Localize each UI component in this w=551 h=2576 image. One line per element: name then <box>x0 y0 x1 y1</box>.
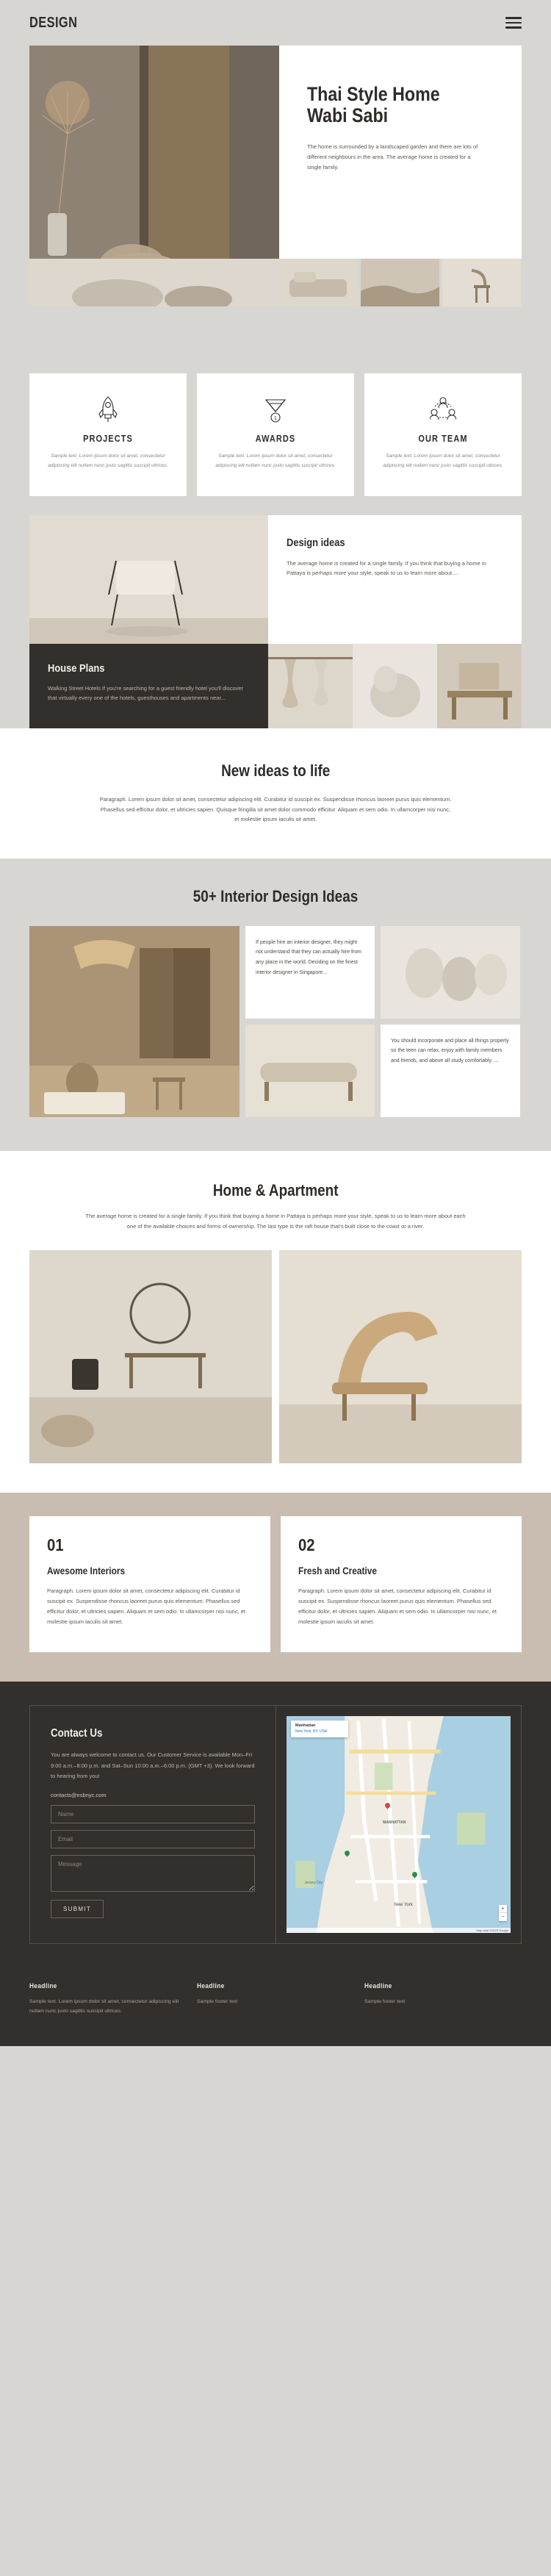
map-area: Manhattan New York, NY, USA MANHATTAN Ne… <box>276 1705 521 1944</box>
footer-text: Sample text. Lorem ipsum dolor sit amet,… <box>29 1999 179 2014</box>
feature-card-projects[interactable]: PROJECTS Sample text. Lorem ipsum dolor … <box>29 373 187 496</box>
house-plans-card: House Plans Walking Street Hotels If you… <box>29 643 268 728</box>
name-input[interactable] <box>51 1805 255 1824</box>
footer-headline: Headline <box>197 1982 225 1991</box>
feature-title: PROJECTS <box>83 434 133 444</box>
footer-column-1: Headline Sample text. Lorem ipsum dolor … <box>29 1982 187 2017</box>
design-ideas-title: Design ideas <box>287 536 345 549</box>
hero-card: Thai Style Home Wabi Sabi The home is su… <box>279 46 522 259</box>
card-text: Paragraph. Lorem ipsum dolor sit amet, c… <box>47 1587 245 1625</box>
map-label-city: New York <box>394 1902 413 1907</box>
new-ideas-paragraph: Paragraph. Lorem ipsum dolor sit amet, c… <box>99 795 452 823</box>
interior-image-main[interactable] <box>29 925 240 1117</box>
interior-image-lounge[interactable] <box>245 1024 375 1117</box>
house-plans-paragraph: Walking Street Hotels If you're searchin… <box>48 684 244 702</box>
map-card-title: Manhattan <box>295 1723 316 1728</box>
card-title: Awesome Interiors <box>47 1565 126 1577</box>
hero-thumb-2[interactable] <box>361 259 439 306</box>
new-ideas-section: New ideas to life Paragraph. Lorem ipsum… <box>0 728 551 859</box>
design-ideas-card: Design ideas The average home is created… <box>268 514 522 644</box>
footer-text: Sample footer text <box>364 1999 406 2005</box>
interior-text-box-1: If people hire an interior designer, the… <box>245 925 375 1019</box>
medal-icon: 1 <box>212 394 339 425</box>
footer-headline: Headline <box>364 1982 392 1991</box>
design-ideas-strip <box>268 643 522 728</box>
home-apartment-title: Home & Apartment <box>212 1180 339 1199</box>
contact-form-area: Contact Us You are always welcome to con… <box>30 1706 276 1943</box>
interior-image-sculpture[interactable] <box>381 925 520 1019</box>
map-zoom-in[interactable]: + <box>499 1905 507 1914</box>
feature-title: AWARDS <box>255 434 296 444</box>
submit-button[interactable]: SUBMIT <box>51 1900 104 1919</box>
team-icon <box>379 394 507 425</box>
hero-thumb-3[interactable] <box>442 259 521 306</box>
features-section: PROJECTS Sample text. Lorem ipsum dolor … <box>0 354 551 515</box>
new-ideas-title: New ideas to life <box>220 761 331 780</box>
site-logo[interactable]: DESIGN <box>29 15 77 32</box>
strip-image-hooks[interactable] <box>268 643 353 728</box>
hero-title-line1: Thai Style Home <box>307 83 440 105</box>
contact-paragraph: You are always welcome to contact us. Ou… <box>51 1751 255 1779</box>
hero-thumbnails <box>279 259 521 306</box>
interior-ideas-section: 50+ Interior Design Ideas If people hire… <box>0 858 551 1151</box>
hero-strip-image <box>29 259 279 306</box>
card-title: Fresh and Creative <box>298 1565 377 1577</box>
contact-box: Contact Us You are always welcome to con… <box>29 1704 522 1945</box>
numbered-card-02[interactable]: 02 Fresh and Creative Paragraph. Lorem i… <box>281 1516 522 1652</box>
feature-card-awards[interactable]: 1 AWARDS Sample text. Lorem ipsum dolor … <box>197 373 354 496</box>
strip-image-bench[interactable] <box>437 643 522 728</box>
design-ideas-image <box>29 514 268 644</box>
hero-title-line2: Wabi Sabi <box>307 104 389 126</box>
hero-section: Thai Style Home Wabi Sabi The home is su… <box>0 46 551 354</box>
interior-ideas-title: 50+ Interior Design Ideas <box>192 887 359 906</box>
hero-thumb-1[interactable] <box>279 259 358 306</box>
email-input[interactable] <box>51 1830 255 1849</box>
feature-title: OUR TEAM <box>418 434 468 444</box>
landing-page: DESIGN Thai Style Home Wabi Sabi The hom… <box>0 0 551 2046</box>
location-map[interactable]: Manhattan New York, NY, USA MANHATTAN Ne… <box>287 1715 511 1934</box>
map-label-district: MANHATTAN <box>383 1820 406 1825</box>
card-text: Paragraph. Lorem ipsum dolor sit amet, c… <box>298 1587 497 1625</box>
footer-headline: Headline <box>29 1982 57 1991</box>
footer-section: Contact Us You are always welcome to con… <box>0 1681 551 2046</box>
hamburger-icon[interactable] <box>505 17 522 29</box>
design-ideas-section: Design ideas The average home is created… <box>0 514 551 728</box>
message-input[interactable] <box>51 1855 255 1892</box>
home-apartment-section: Home & Apartment The average home is cre… <box>0 1150 551 1493</box>
footer-column-3: Headline Sample footer text <box>364 1982 522 2017</box>
numbered-cards-section: 01 Awesome Interiors Paragraph. Lorem ip… <box>0 1493 551 1682</box>
footer-column-2: Headline Sample footer text <box>197 1982 354 2017</box>
contact-email[interactable]: contacts@esbnyc.com <box>51 1792 255 1798</box>
interior-text-2: You should incorporate and place all thi… <box>391 1038 509 1063</box>
map-zoom-controls[interactable]: + − <box>499 1905 507 1922</box>
footer-text: Sample footer text <box>197 1999 238 2005</box>
site-header: DESIGN <box>0 0 551 46</box>
feature-text: Sample text. Lorem ipsum dolor sit amet,… <box>215 453 336 468</box>
contact-title: Contact Us <box>51 1726 103 1740</box>
numbered-card-01[interactable]: 01 Awesome Interiors Paragraph. Lorem ip… <box>29 1516 270 1652</box>
map-info-card: Manhattan New York, NY, USA <box>291 1720 348 1738</box>
map-label-jersey: Jersey City <box>304 1881 323 1886</box>
footer-columns: Headline Sample text. Lorem ipsum dolor … <box>29 1944 522 2046</box>
feature-card-our-team[interactable]: OUR TEAM Sample text. Lorem ipsum dolor … <box>364 373 522 496</box>
home-apartment-paragraph: The average home is created for a single… <box>85 1212 466 1230</box>
svg-text:1: 1 <box>274 416 277 421</box>
card-number: 01 <box>47 1535 64 1555</box>
feature-text: Sample text. Lorem ipsum dolor sit amet,… <box>48 453 168 468</box>
interior-text-box-2: You should incorporate and place all thi… <box>381 1024 520 1117</box>
feature-text: Sample text. Lorem ipsum dolor sit amet,… <box>383 453 503 468</box>
map-attribution: Map data ©2023 Google <box>287 1928 511 1934</box>
rocket-icon <box>44 394 172 425</box>
interior-text-1: If people hire an interior designer, the… <box>256 939 361 975</box>
card-number: 02 <box>298 1535 315 1555</box>
strip-image-stone[interactable] <box>353 643 437 728</box>
house-plans-title: House Plans <box>48 661 105 675</box>
hero-title: Thai Style Home Wabi Sabi <box>307 84 467 126</box>
home-apartment-image-1[interactable] <box>29 1250 272 1464</box>
map-card-subtitle[interactable]: New York, NY, USA <box>295 1729 344 1734</box>
map-zoom-out[interactable]: − <box>499 1913 507 1921</box>
home-apartment-image-2[interactable] <box>279 1250 522 1464</box>
design-ideas-paragraph: The average home is created for a single… <box>287 559 486 577</box>
hero-paragraph: The home is surrounded by a landscaped g… <box>307 143 478 171</box>
